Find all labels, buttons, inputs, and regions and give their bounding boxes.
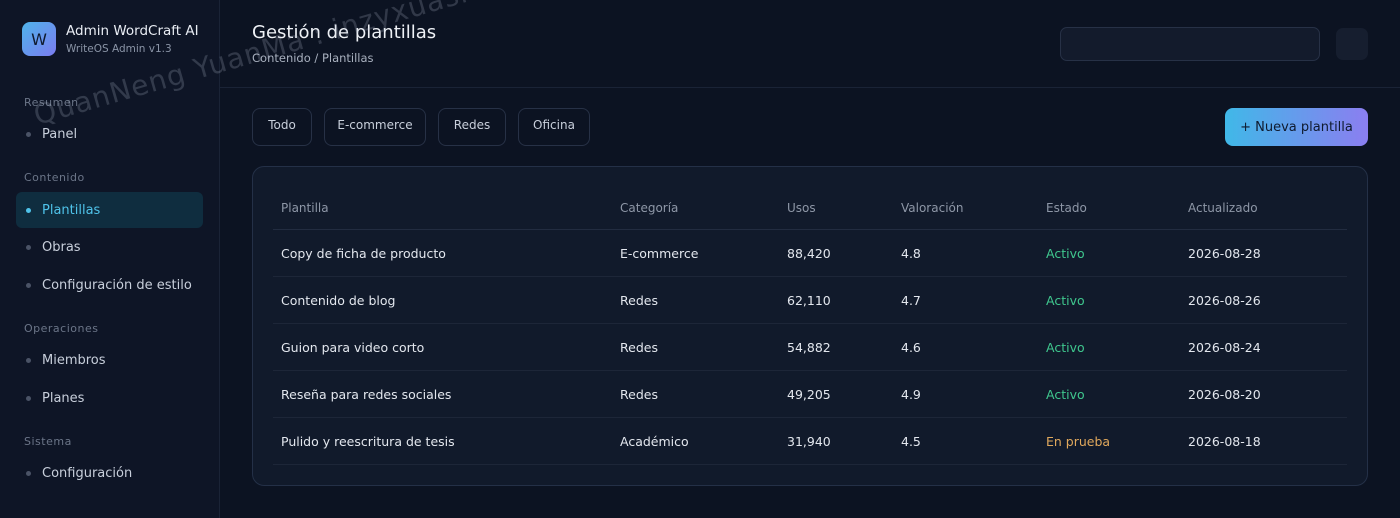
cell-rating: 4.7 [901,293,921,308]
cell-rating: 4.6 [901,340,921,355]
sidebar-item-label: Configuración [42,465,133,481]
breadcrumb: Contenido / Plantillas [252,51,374,65]
cell-template: Pulido y reescritura de tesis [281,434,455,449]
sidebar-item-obras[interactable]: Obras [16,229,203,265]
sidebar-item-configuracion-estilo[interactable]: Configuración de estilo [16,267,203,303]
column-header[interactable]: Usos [787,201,816,215]
new-template-button[interactable]: + Nueva plantilla [1225,108,1368,146]
cell-category: Redes [620,340,658,355]
cell-updated: 2026-08-20 [1188,387,1261,402]
brand-name: Admin WordCraft AI [66,22,199,39]
nav-section-resumen: Resumen [24,96,79,109]
status-badge: En prueba [1046,434,1111,449]
table-row[interactable]: Pulido y reescritura de tesis Académico … [273,418,1347,465]
cell-uses: 49,205 [787,387,831,402]
bullet-icon [26,207,31,213]
brand-logo: W [22,22,56,56]
cell-template: Copy de ficha de producto [281,246,446,261]
table-row[interactable]: Guion para video corto Redes 54,882 4.6 … [273,324,1347,371]
sidebar-item-panel[interactable]: Panel [16,116,203,152]
column-header[interactable]: Actualizado [1188,201,1258,215]
column-header[interactable]: Estado [1046,201,1087,215]
sidebar-item-label: Planes [42,390,85,406]
cell-template: Guion para video corto [281,340,425,355]
cell-updated: 2026-08-24 [1188,340,1261,355]
sidebar-item-label: Configuración de estilo [42,277,192,293]
bullet-icon [26,357,31,363]
cell-rating: 4.8 [901,246,921,261]
cell-uses: 88,420 [787,246,831,261]
table-row[interactable]: Copy de ficha de producto E-commerce 88,… [273,230,1347,277]
column-header[interactable]: Categoría [620,201,678,215]
status-badge: Activo [1046,387,1085,402]
cell-updated: 2026-08-28 [1188,246,1261,261]
cell-uses: 54,882 [787,340,831,355]
cell-rating: 4.5 [901,434,921,449]
nav-section-sistema: Sistema [24,435,72,448]
status-badge: Activo [1046,340,1085,355]
cell-rating: 4.9 [901,387,921,402]
filter-ecommerce[interactable]: E-commerce [324,108,426,146]
cell-category: E-commerce [620,246,699,261]
bullet-icon [26,395,31,401]
column-header[interactable]: Plantilla [281,201,329,215]
cell-uses: 62,110 [787,293,831,308]
cell-category: Académico [620,434,689,449]
sidebar-item-planes[interactable]: Planes [16,380,203,416]
status-badge: Activo [1046,246,1085,261]
filter-oficina[interactable]: Oficina [518,108,590,146]
user-menu-button[interactable] [1336,28,1368,60]
filter-redes[interactable]: Redes [438,108,506,146]
cell-updated: 2026-08-26 [1188,293,1261,308]
cell-uses: 31,940 [787,434,831,449]
bullet-icon [26,131,31,137]
column-header[interactable]: Valoración [901,201,963,215]
bullet-icon [26,470,31,476]
sidebar-item-label: Obras [42,239,81,255]
table-row[interactable]: Contenido de blog Redes 62,110 4.7 Activ… [273,277,1347,324]
sidebar-item-label: Plantillas [42,202,101,218]
filter-todo[interactable]: Todo [252,108,312,146]
page-header: Gestión de plantillas Contenido / Planti… [220,0,1400,88]
sidebar-item-label: Miembros [42,352,106,368]
templates-table: Plantilla Categoría Usos Valoración Esta… [252,166,1368,486]
cell-category: Redes [620,293,658,308]
nav-section-contenido: Contenido [24,171,85,184]
cell-template: Contenido de blog [281,293,396,308]
page-title: Gestión de plantillas [252,22,437,43]
cell-template: Reseña para redes sociales [281,387,452,402]
brand: W Admin WordCraft AI WriteOS Admin v1.3 [22,22,199,56]
cell-updated: 2026-08-18 [1188,434,1261,449]
sidebar-item-configuracion[interactable]: Configuración [16,455,203,491]
brand-subtitle: WriteOS Admin v1.3 [66,42,172,55]
nav-section-operaciones: Operaciones [24,322,99,335]
sidebar-item-label: Panel [42,126,78,142]
sidebar: W Admin WordCraft AI WriteOS Admin v1.3 … [0,0,220,518]
bullet-icon [26,282,31,288]
sidebar-item-plantillas[interactable]: Plantillas [16,192,203,228]
table-row[interactable]: Reseña para redes sociales Redes 49,205 … [273,371,1347,418]
sidebar-item-miembros[interactable]: Miembros [16,342,203,378]
bullet-icon [26,244,31,250]
status-badge: Activo [1046,293,1085,308]
cell-category: Redes [620,387,658,402]
search-input[interactable] [1060,27,1320,61]
